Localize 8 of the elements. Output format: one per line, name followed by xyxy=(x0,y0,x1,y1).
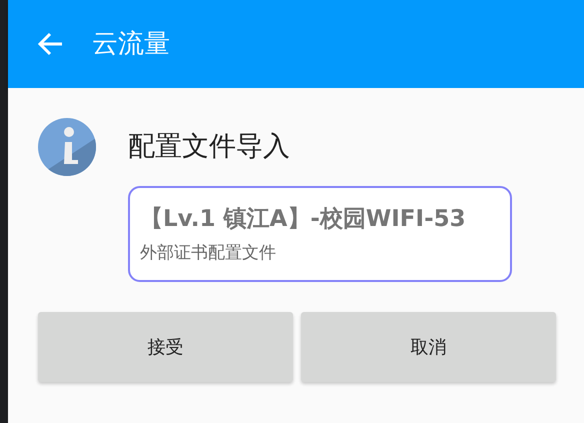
app-title: 云流量 xyxy=(92,28,170,60)
dialog-title: 配置文件导入 xyxy=(128,130,290,164)
cancel-button[interactable]: 取消 xyxy=(301,312,556,382)
profile-description: 外部证书配置文件 xyxy=(140,242,277,264)
back-icon[interactable] xyxy=(38,32,64,56)
profile-card[interactable]: 【Lv.1 镇江A】-校园WIFI-53 外部证书配置文件 xyxy=(128,186,512,282)
accept-button[interactable]: 接受 xyxy=(38,312,293,382)
profile-name: 【Lv.1 镇江A】-校园WIFI-53 xyxy=(140,205,467,234)
